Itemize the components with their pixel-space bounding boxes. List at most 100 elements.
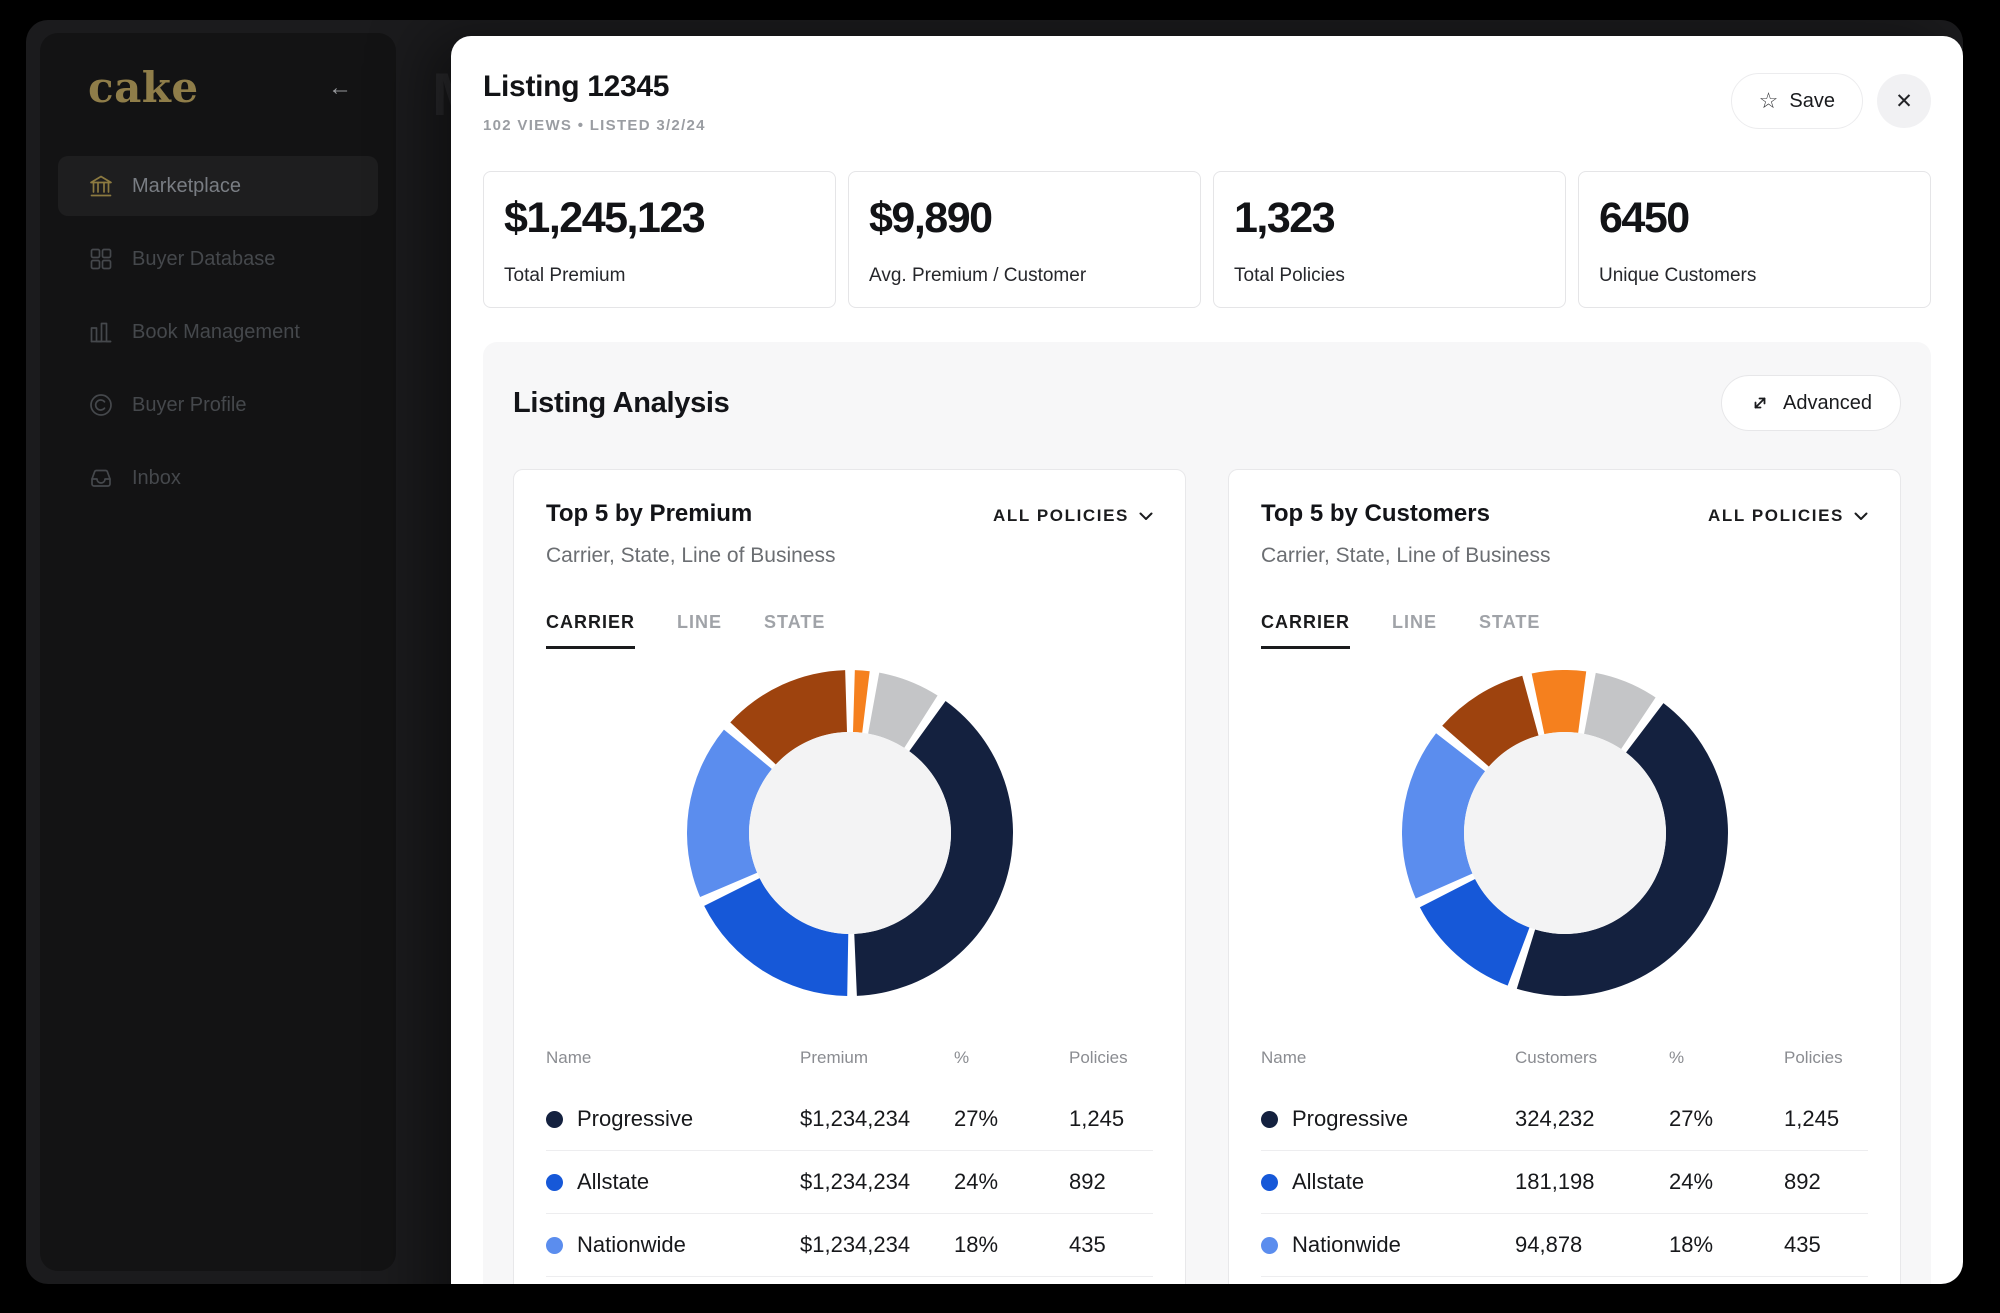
table-row: Allstate$1,234,23424%892	[546, 1151, 1153, 1214]
tab-carrier[interactable]: CARRIER	[1261, 612, 1350, 649]
premium-table: Name Premium % Policies Progressive$1,23…	[546, 1048, 1153, 1277]
listing-analysis-panel: Listing Analysis Advanced Top 5 by Premi…	[483, 342, 1931, 1284]
percent-cell: 18%	[1669, 1232, 1784, 1258]
customers-table: Name Customers % Policies Progressive324…	[1261, 1048, 1868, 1277]
stat-value: $9,890	[869, 194, 1180, 243]
close-icon: ✕	[1895, 89, 1913, 114]
stat-label: Unique Customers	[1599, 265, 1910, 287]
expand-icon	[1750, 393, 1770, 413]
stat-cards-row: $1,245,123 Total Premium $9,890 Avg. Pre…	[483, 171, 1931, 308]
value-cell: $1,234,234	[800, 1169, 954, 1195]
legend-dot	[1261, 1174, 1278, 1191]
legend-dot	[546, 1237, 563, 1254]
sidebar-item-label: Inbox	[132, 467, 181, 490]
circle-c-icon	[88, 392, 114, 418]
value-cell: 94,878	[1515, 1232, 1669, 1258]
chart-tabs: CARRIER LINE STATE	[546, 612, 1153, 650]
value-cell: $1,234,234	[800, 1106, 954, 1132]
carrier-name-cell: Nationwide	[1261, 1232, 1515, 1258]
chevron-down-icon	[1139, 512, 1153, 521]
listing-meta: 102 VIEWS • LISTED 3/2/24	[483, 117, 706, 134]
stat-card-unique-customers: 6450 Unique Customers	[1578, 171, 1931, 308]
section-title: Listing Analysis	[513, 387, 730, 420]
chart-card-subtitle: Carrier, State, Line of Business	[1261, 544, 1550, 568]
customers-donut-chart	[1402, 670, 1728, 996]
table-row: Progressive324,23227%1,245	[1261, 1088, 1868, 1151]
inbox-icon	[88, 465, 114, 491]
save-button-label: Save	[1789, 90, 1835, 113]
policies-cell: 435	[1069, 1232, 1153, 1258]
percent-cell: 24%	[954, 1169, 1069, 1195]
bank-icon	[88, 173, 114, 199]
policies-cell: 892	[1069, 1169, 1153, 1195]
carrier-name-cell: Allstate	[1261, 1169, 1515, 1195]
stat-label: Avg. Premium / Customer	[869, 265, 1180, 287]
save-button[interactable]: ☆ Save	[1731, 73, 1863, 129]
advanced-button[interactable]: Advanced	[1721, 375, 1901, 431]
stat-label: Total Policies	[1234, 265, 1545, 287]
advanced-button-label: Advanced	[1783, 392, 1872, 415]
table-header: Name Premium % Policies	[546, 1048, 1153, 1088]
policies-cell: 1,245	[1069, 1106, 1153, 1132]
tab-state[interactable]: STATE	[1479, 612, 1540, 649]
policies-filter-dropdown[interactable]: ALL POLICIES	[993, 506, 1153, 526]
chart-card-premium: Top 5 by Premium Carrier, State, Line of…	[513, 469, 1186, 1284]
carrier-name-cell: Progressive	[1261, 1106, 1515, 1132]
modal-header-text: Listing 12345 102 VIEWS • LISTED 3/2/24	[483, 70, 706, 134]
sidebar: cake ← Marketplace Buyer Database Book	[40, 33, 396, 1271]
percent-cell: 18%	[954, 1232, 1069, 1258]
listing-detail-modal: Listing 12345 102 VIEWS • LISTED 3/2/24 …	[451, 36, 1963, 1284]
star-icon: ☆	[1759, 90, 1779, 112]
stat-card-total-policies: 1,323 Total Policies	[1213, 171, 1566, 308]
grid-icon	[88, 246, 114, 272]
value-cell: 181,198	[1515, 1169, 1669, 1195]
stat-card-avg-premium: $9,890 Avg. Premium / Customer	[848, 171, 1201, 308]
chart-card-subtitle: Carrier, State, Line of Business	[546, 544, 835, 568]
donut-hole	[749, 732, 951, 934]
policies-cell: 1,245	[1784, 1106, 1868, 1132]
table-row: Allstate181,19824%892	[1261, 1151, 1868, 1214]
legend-dot	[546, 1111, 563, 1128]
table-body: Progressive$1,234,23427%1,245Allstate$1,…	[546, 1088, 1153, 1277]
table-row: Nationwide94,87818%435	[1261, 1214, 1868, 1277]
carrier-name-cell: Progressive	[546, 1106, 800, 1132]
value-cell: $1,234,234	[800, 1232, 954, 1258]
close-button[interactable]: ✕	[1877, 74, 1931, 128]
tab-line[interactable]: LINE	[677, 612, 722, 649]
tab-carrier[interactable]: CARRIER	[546, 612, 635, 649]
table-header: Name Customers % Policies	[1261, 1048, 1868, 1088]
carrier-name-cell: Allstate	[546, 1169, 800, 1195]
carrier-name-cell: Nationwide	[546, 1232, 800, 1258]
sidebar-item-marketplace[interactable]: Marketplace	[58, 156, 378, 216]
sidebar-item-inbox[interactable]: Inbox	[58, 448, 378, 508]
tab-state[interactable]: STATE	[764, 612, 825, 649]
sidebar-item-label: Buyer Database	[132, 248, 275, 271]
percent-cell: 27%	[954, 1106, 1069, 1132]
chevron-down-icon	[1854, 512, 1868, 521]
policies-filter-dropdown[interactable]: ALL POLICIES	[1708, 506, 1868, 526]
value-cell: 324,232	[1515, 1106, 1669, 1132]
premium-donut-chart	[687, 670, 1013, 996]
stat-value: $1,245,123	[504, 194, 815, 243]
tab-line[interactable]: LINE	[1392, 612, 1437, 649]
filter-label: ALL POLICIES	[1708, 506, 1844, 526]
page-title: Listing 12345	[483, 70, 706, 104]
bar-chart-icon	[88, 319, 114, 345]
table-row: Nationwide$1,234,23418%435	[546, 1214, 1153, 1277]
policies-cell: 892	[1784, 1169, 1868, 1195]
sidebar-item-buyer-profile[interactable]: Buyer Profile	[58, 375, 378, 435]
stat-value: 6450	[1599, 194, 1910, 243]
collapse-sidebar-icon[interactable]: ←	[328, 76, 352, 100]
policies-cell: 435	[1784, 1232, 1868, 1258]
legend-dot	[1261, 1237, 1278, 1254]
filter-label: ALL POLICIES	[993, 506, 1129, 526]
legend-dot	[546, 1174, 563, 1191]
stat-card-total-premium: $1,245,123 Total Premium	[483, 171, 836, 308]
sidebar-item-buyer-database[interactable]: Buyer Database	[58, 229, 378, 289]
chart-card-title: Top 5 by Premium	[546, 500, 835, 528]
donut-hole	[1464, 732, 1666, 934]
app-window: M cake ← Marketplace Buyer Database	[26, 20, 1963, 1284]
chart-card-customers: Top 5 by Customers Carrier, State, Line …	[1228, 469, 1901, 1284]
sidebar-item-book-management[interactable]: Book Management	[58, 302, 378, 362]
stat-label: Total Premium	[504, 265, 815, 287]
